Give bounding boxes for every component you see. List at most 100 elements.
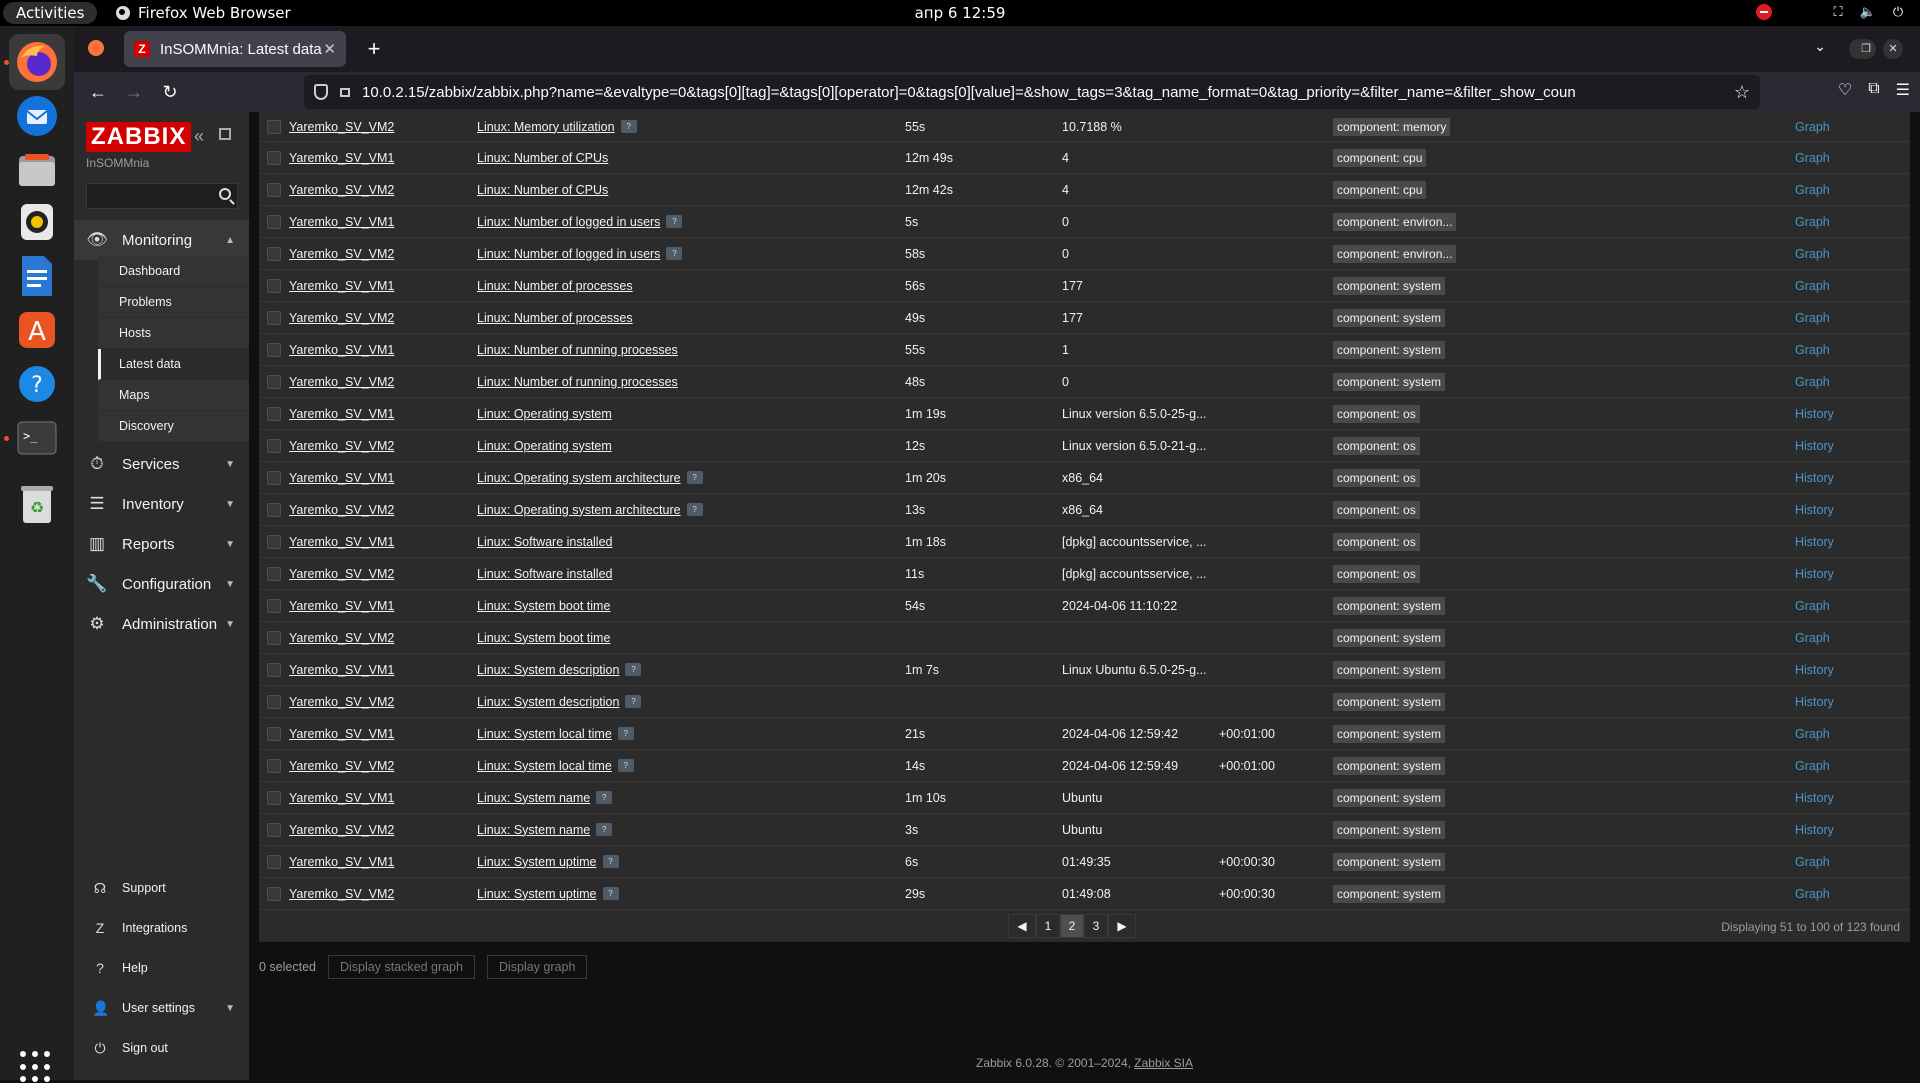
graph-history-link[interactable]: Graph xyxy=(1795,270,1830,301)
item-name-link[interactable]: Linux: System name xyxy=(477,823,590,837)
footer-user-settings[interactable]: 👤 User settings ▼ xyxy=(74,990,249,1026)
item-name-link[interactable]: Linux: Number of CPUs xyxy=(477,151,608,165)
graph-history-link[interactable]: History xyxy=(1795,814,1834,845)
terminal-launcher[interactable]: >_ xyxy=(9,410,65,466)
list-all-tabs-icon[interactable]: ⌄ xyxy=(1814,38,1826,55)
page-button[interactable]: 1 xyxy=(1036,914,1060,938)
row-checkbox[interactable] xyxy=(267,151,281,165)
firefox-launcher[interactable] xyxy=(9,34,65,90)
row-checkbox[interactable] xyxy=(267,791,281,805)
tag-badge[interactable]: component: system xyxy=(1333,820,1446,839)
system-tray[interactable]: ⛶ 🔈 ⏻ xyxy=(1756,4,1906,20)
graph-history-link[interactable]: History xyxy=(1795,398,1834,429)
tag-badge[interactable]: component: system xyxy=(1333,756,1446,775)
tag-badge[interactable]: component: os xyxy=(1333,564,1420,583)
tag-badge[interactable]: component: system xyxy=(1333,340,1446,359)
app-center-launcher[interactable]: A xyxy=(9,302,65,358)
host-link[interactable]: Yaremko_SV_VM1 xyxy=(289,718,394,749)
lock-icon[interactable] xyxy=(340,87,350,97)
item-name-link[interactable]: Linux: System description xyxy=(477,663,619,677)
graph-history-link[interactable]: Graph xyxy=(1795,238,1830,269)
host-link[interactable]: Yaremko_SV_VM1 xyxy=(289,270,394,301)
row-checkbox[interactable] xyxy=(267,215,281,229)
submenu-hosts[interactable]: Hosts xyxy=(98,318,249,349)
host-link[interactable]: Yaremko_SV_VM2 xyxy=(289,622,394,653)
hamburger-menu-icon[interactable]: ☰ xyxy=(1896,80,1910,100)
page-button-current[interactable]: 2 xyxy=(1060,914,1084,938)
item-name-link[interactable]: Linux: System boot time xyxy=(477,599,610,613)
description-icon[interactable]: ? xyxy=(596,823,613,836)
extensions-icon[interactable]: ⧉ xyxy=(1868,80,1879,100)
pocket-icon[interactable]: ♡ xyxy=(1838,80,1852,100)
tag-badge[interactable]: component: os xyxy=(1333,500,1420,519)
maximize-icon[interactable]: ❐ xyxy=(1856,39,1876,59)
graph-history-link[interactable]: Graph xyxy=(1795,846,1830,877)
description-icon[interactable]: ? xyxy=(625,695,642,708)
item-name-link[interactable]: Linux: Operating system xyxy=(477,407,612,421)
tag-badge[interactable]: component: os xyxy=(1333,436,1420,455)
graph-history-link[interactable]: Graph xyxy=(1795,142,1830,173)
row-checkbox[interactable] xyxy=(267,311,281,325)
graph-history-link[interactable]: Graph xyxy=(1795,302,1830,333)
tracking-protection-icon[interactable] xyxy=(314,84,328,100)
description-icon[interactable]: ? xyxy=(620,120,637,133)
item-name-link[interactable]: Linux: Software installed xyxy=(477,567,613,581)
footer-support[interactable]: ☊ Support xyxy=(74,870,249,906)
graph-history-link[interactable]: Graph xyxy=(1795,334,1830,365)
host-link[interactable]: Yaremko_SV_VM2 xyxy=(289,878,394,909)
menu-reports[interactable]: ▥ Reports ▼ xyxy=(74,524,249,564)
footer-sign-out[interactable]: ⏻ Sign out xyxy=(74,1030,249,1066)
description-icon[interactable]: ? xyxy=(596,791,613,804)
host-link[interactable]: Yaremko_SV_VM1 xyxy=(289,206,394,237)
host-link[interactable]: Yaremko_SV_VM1 xyxy=(289,782,394,813)
search-icon[interactable] xyxy=(219,188,231,200)
item-name-link[interactable]: Linux: Number of processes xyxy=(477,311,633,325)
host-link[interactable]: Yaremko_SV_VM1 xyxy=(289,526,394,557)
hide-sidebar-icon[interactable] xyxy=(219,128,231,140)
host-link[interactable]: Yaremko_SV_VM2 xyxy=(289,112,394,141)
item-name-link[interactable]: Linux: Number of CPUs xyxy=(477,183,608,197)
item-name-link[interactable]: Linux: Memory utilization xyxy=(477,120,615,134)
tag-badge[interactable]: component: os xyxy=(1333,532,1420,551)
tag-badge[interactable]: component: system xyxy=(1333,308,1446,327)
host-link[interactable]: Yaremko_SV_VM2 xyxy=(289,238,394,269)
item-name-link[interactable]: Linux: Operating system xyxy=(477,439,612,453)
activities-button[interactable]: Activities xyxy=(3,2,98,24)
host-link[interactable]: Yaremko_SV_VM1 xyxy=(289,590,394,621)
graph-history-link[interactable]: Graph xyxy=(1795,112,1830,141)
description-icon[interactable]: ? xyxy=(602,855,619,868)
graph-history-link[interactable]: History xyxy=(1795,494,1834,525)
item-name-link[interactable]: Linux: Software installed xyxy=(477,535,613,549)
tag-badge[interactable]: component: environ... xyxy=(1333,244,1457,263)
tag-badge[interactable]: component: system xyxy=(1333,372,1446,391)
item-name-link[interactable]: Linux: System boot time xyxy=(477,631,610,645)
description-icon[interactable]: ? xyxy=(666,215,683,228)
item-name-link[interactable]: Linux: System local time xyxy=(477,759,612,773)
tag-badge[interactable]: component: cpu xyxy=(1333,180,1427,199)
footer-integrations[interactable]: Z Integrations xyxy=(74,910,249,946)
item-name-link[interactable]: Linux: System uptime xyxy=(477,887,597,901)
tag-badge[interactable]: component: system xyxy=(1333,852,1446,871)
description-icon[interactable]: ? xyxy=(602,887,619,900)
url-bar[interactable]: 10.0.2.15/zabbix/zabbix.php?name=&evalty… xyxy=(304,75,1760,109)
row-checkbox[interactable] xyxy=(267,503,281,517)
submenu-latest-data[interactable]: Latest data xyxy=(98,349,249,380)
browser-tab-active[interactable]: Z InSOMMnia: Latest data ✕ xyxy=(124,31,346,67)
tag-badge[interactable]: component: system xyxy=(1333,884,1446,903)
tag-badge[interactable]: component: environ... xyxy=(1333,212,1457,231)
graph-history-link[interactable]: History xyxy=(1795,654,1834,685)
row-checkbox[interactable] xyxy=(267,343,281,357)
forward-icon[interactable]: → xyxy=(122,80,146,104)
item-name-link[interactable]: Linux: Number of running processes xyxy=(477,375,678,389)
host-link[interactable]: Yaremko_SV_VM1 xyxy=(289,398,394,429)
rhythmbox-launcher[interactable] xyxy=(9,194,65,250)
reload-icon[interactable]: ↻ xyxy=(158,80,182,104)
tag-badge[interactable]: component: system xyxy=(1333,596,1446,615)
close-tab-icon[interactable]: ✕ xyxy=(323,40,336,58)
host-link[interactable]: Yaremko_SV_VM2 xyxy=(289,558,394,589)
graph-history-link[interactable]: Graph xyxy=(1795,878,1830,909)
sidebar-search-input[interactable] xyxy=(86,183,238,209)
menu-configuration[interactable]: 🔧 Configuration ▼ xyxy=(74,564,249,604)
tag-badge[interactable]: component: system xyxy=(1333,628,1446,647)
host-link[interactable]: Yaremko_SV_VM2 xyxy=(289,366,394,397)
